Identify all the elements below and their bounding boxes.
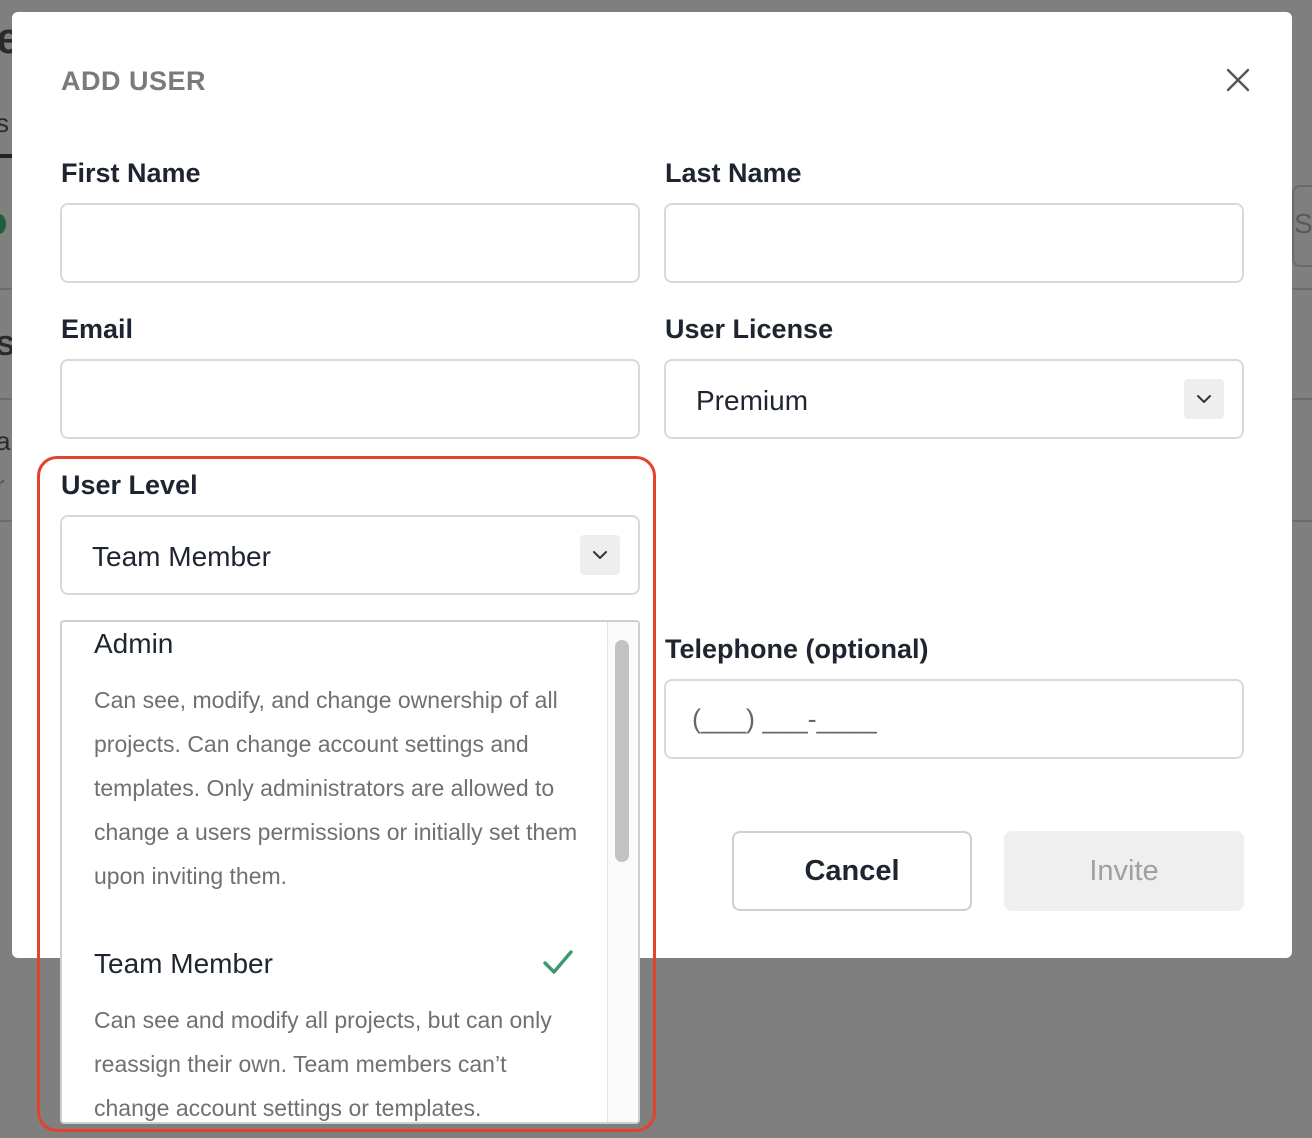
background-divider <box>0 288 12 290</box>
close-button[interactable] <box>1224 66 1252 94</box>
option-title: Team Member <box>94 948 273 979</box>
user-level-dropdown: Admin Can see, modify, and change owners… <box>60 620 640 1124</box>
telephone-field[interactable] <box>664 679 1244 759</box>
last-name-label: Last Name <box>665 158 802 188</box>
user-level-select[interactable]: Team Member <box>60 515 640 595</box>
scrollbar-thumb[interactable] <box>615 640 629 862</box>
dropdown-scrollbar[interactable] <box>607 622 638 1122</box>
close-icon <box>1226 68 1250 92</box>
user-level-value: Team Member <box>92 541 271 572</box>
option-description: Can see, modify, and change ownership of… <box>94 687 578 889</box>
option-description: Can see and modify all projects, but can… <box>94 1007 552 1121</box>
background-fragment-row: r <box>0 470 5 500</box>
user-license-value: Premium <box>696 385 809 416</box>
email-label: Email <box>61 314 134 344</box>
invite-button[interactable]: Invite <box>1004 831 1244 911</box>
background-divider <box>1292 520 1312 522</box>
first-name-field[interactable] <box>60 203 640 283</box>
background-fragment-tab: s <box>0 108 9 138</box>
background-divider <box>1292 398 1312 400</box>
background-divider <box>0 398 12 400</box>
option-title: Admin <box>94 628 174 659</box>
user-license-chevron[interactable] <box>1184 379 1224 419</box>
email-field[interactable] <box>60 359 640 439</box>
cancel-button[interactable]: Cancel <box>732 831 972 911</box>
user-license-select[interactable]: Premium <box>664 359 1244 439</box>
user-level-label: User Level <box>61 470 198 500</box>
user-level-chevron[interactable] <box>580 535 620 575</box>
telephone-label: Telephone (optional) <box>665 634 929 664</box>
checkmark-icon <box>543 950 573 974</box>
background-fragment-row: a <box>0 426 11 456</box>
background-tab-underline <box>0 154 12 158</box>
first-name-label: First Name <box>61 158 201 188</box>
last-name-field[interactable] <box>664 203 1244 283</box>
chevron-down-icon <box>1197 395 1211 403</box>
option-admin[interactable]: Admin Can see, modify, and change owners… <box>94 628 584 898</box>
modal-title: ADD USER <box>61 66 207 96</box>
background-divider <box>0 520 12 522</box>
option-team-member[interactable]: Team Member Can see and modify all proje… <box>94 948 584 1122</box>
user-license-label: User License <box>665 314 834 344</box>
chevron-down-icon <box>593 551 607 559</box>
background-status-dot <box>0 214 6 234</box>
background-fragment-search-text: Se <box>1294 208 1312 239</box>
background-divider <box>1292 288 1312 290</box>
